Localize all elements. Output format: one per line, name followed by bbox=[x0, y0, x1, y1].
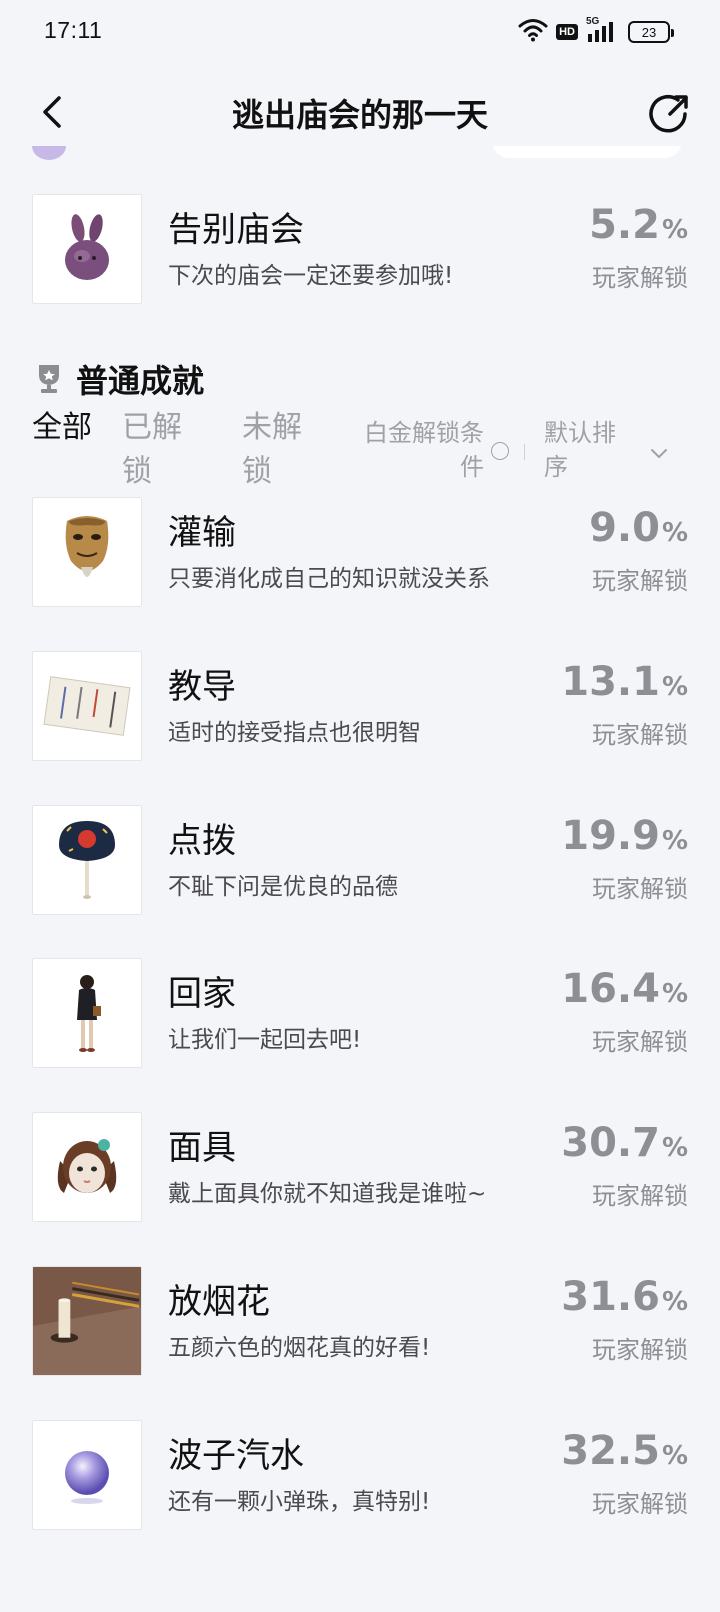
achievement-name: 放烟花 bbox=[168, 1282, 270, 1322]
featured-achievement-row[interactable]: 告别庙会 下次的庙会一定还要参加哦! 5.2% 玩家解锁 bbox=[32, 194, 688, 304]
percent-unit: % bbox=[661, 518, 688, 548]
achievement-row[interactable]: 点拨 不耻下问是优良的品德 19.9% 玩家解锁 bbox=[32, 805, 688, 915]
achievement-row[interactable]: 灌输 只要消化成自己的知识就没关系 9.0% 玩家解锁 bbox=[32, 497, 688, 607]
chevron-down-icon[interactable] bbox=[650, 448, 668, 460]
achievement-desc: 戴上面具你就不知道我是谁啦~ bbox=[168, 1181, 487, 1207]
status-time: 17:11 bbox=[44, 17, 103, 43]
achievement-name: 回家 bbox=[168, 974, 236, 1014]
unlock-label: 玩家解锁 bbox=[592, 1336, 688, 1364]
status-bar: 17:11 HD 5G 23 bbox=[0, 0, 720, 64]
battery-icon: 23 bbox=[628, 21, 674, 43]
achievement-name: 教导 bbox=[168, 667, 236, 707]
platinum-filter-radio[interactable] bbox=[491, 442, 509, 460]
achievement-desc: 还有一颗小弹珠，真特别! bbox=[168, 1489, 431, 1515]
achievement-desc: 适时的接受指点也很明智 bbox=[168, 720, 421, 746]
percent-unit: % bbox=[661, 826, 688, 856]
uchiwa-fan-icon[interactable] bbox=[32, 805, 142, 915]
percent-value: 32.5 bbox=[561, 1428, 660, 1474]
status-icons: HD 5G 23 bbox=[518, 16, 674, 46]
unlock-percent: 19.9% bbox=[561, 813, 688, 859]
achievement-name: 波子汽水 bbox=[168, 1436, 304, 1476]
achievement-desc: 只要消化成自己的知识就没关系 bbox=[168, 566, 490, 592]
unlock-label: 玩家解锁 bbox=[592, 1490, 688, 1518]
unlock-percent: 30.7% bbox=[561, 1120, 688, 1166]
section-title: 普通成就 bbox=[76, 362, 205, 400]
battery-level: 23 bbox=[641, 24, 657, 40]
unlock-percent: 9.0% bbox=[589, 505, 688, 551]
unlock-label: 玩家解锁 bbox=[592, 875, 688, 903]
achievement-name: 告别庙会 bbox=[168, 210, 304, 250]
share-button[interactable] bbox=[646, 90, 692, 136]
percent-value: 19.9 bbox=[561, 813, 660, 859]
tab-all[interactable]: 全部 bbox=[32, 406, 94, 450]
achievement-name: 点拨 bbox=[168, 821, 236, 861]
old-mask-icon[interactable] bbox=[32, 497, 142, 607]
percent-unit: % bbox=[661, 979, 688, 1009]
percent-value: 5.2 bbox=[589, 202, 660, 248]
scrolled-content-peek bbox=[0, 146, 720, 166]
share-arrow-icon bbox=[649, 95, 688, 133]
achievement-name: 面具 bbox=[168, 1128, 236, 1168]
achievement-row[interactable]: 波子汽水 还有一颗小弹珠，真特别! 32.5% 玩家解锁 bbox=[32, 1420, 688, 1530]
percent-value: 30.7 bbox=[561, 1120, 660, 1166]
section-header: 普通成就 bbox=[34, 356, 204, 402]
achievement-desc: 不耻下问是优良的品德 bbox=[168, 874, 398, 900]
percent-value: 9.0 bbox=[589, 505, 660, 551]
page-title: 逃出庙会的那一天 bbox=[231, 96, 488, 134]
percent-unit: % bbox=[661, 1441, 688, 1471]
signal-icon: 5G bbox=[586, 16, 620, 44]
unlock-label: 玩家解锁 bbox=[592, 1182, 688, 1210]
paper-note-icon[interactable] bbox=[32, 651, 142, 761]
filter-bar: 全部 已解锁 未解锁 白金解锁条件 默认排序 bbox=[0, 410, 720, 492]
achievement-row[interactable]: 面具 戴上面具你就不知道我是谁啦~ 30.7% 玩家解锁 bbox=[32, 1112, 688, 1222]
girl-mask-icon[interactable] bbox=[32, 1112, 142, 1222]
percent-unit: % bbox=[661, 1287, 688, 1317]
achievement-desc: 五颜六色的烟花真的好看! bbox=[168, 1335, 431, 1361]
percent-value: 31.6 bbox=[561, 1274, 660, 1320]
percent-unit: % bbox=[661, 1133, 688, 1163]
unlock-percent: 16.4% bbox=[561, 966, 688, 1012]
trophy-icon bbox=[39, 365, 59, 393]
pill-peek bbox=[492, 146, 682, 158]
unlock-label: 玩家解锁 bbox=[592, 567, 688, 595]
unlock-percent: 32.5% bbox=[561, 1428, 688, 1474]
tab-unlocked[interactable]: 已解锁 bbox=[122, 406, 184, 494]
achievement-desc: 下次的庙会一定还要参加哦! bbox=[168, 263, 454, 289]
marble-icon[interactable] bbox=[32, 1420, 142, 1530]
avatar-peek bbox=[32, 146, 66, 160]
percent-unit: % bbox=[661, 215, 688, 245]
wifi-icon bbox=[518, 18, 548, 46]
platinum-filter-label[interactable]: 白金解锁条件 bbox=[356, 416, 484, 484]
achievement-row[interactable]: 教导 适时的接受指点也很明智 13.1% 玩家解锁 bbox=[32, 651, 688, 761]
unlock-percent: 13.1% bbox=[561, 659, 688, 705]
purple-rabbit-icon[interactable] bbox=[32, 194, 142, 304]
unlock-percent: 31.6% bbox=[561, 1274, 688, 1320]
hd-badge: HD bbox=[556, 24, 578, 40]
filter-divider bbox=[524, 444, 525, 460]
achievement-name: 灌输 bbox=[168, 513, 236, 553]
percent-value: 16.4 bbox=[561, 966, 660, 1012]
achievement-row[interactable]: 放烟花 五颜六色的烟花真的好看! 31.6% 玩家解锁 bbox=[32, 1266, 688, 1376]
unlock-percent: 5.2% bbox=[589, 202, 688, 248]
achievement-row[interactable]: 回家 让我们一起回去吧! 16.4% 玩家解锁 bbox=[32, 958, 688, 1068]
sparkler-candle-icon[interactable] bbox=[32, 1266, 142, 1376]
unlock-label: 玩家解锁 bbox=[592, 264, 688, 292]
unlock-label: 玩家解锁 bbox=[592, 1028, 688, 1056]
sort-dropdown[interactable]: 默认排序 bbox=[544, 416, 624, 484]
nav-bar: 逃出庙会的那一天 bbox=[0, 80, 720, 146]
walking-girl-icon[interactable] bbox=[32, 958, 142, 1068]
unlock-label: 玩家解锁 bbox=[592, 721, 688, 749]
achievement-desc: 让我们一起回去吧! bbox=[168, 1027, 362, 1053]
percent-value: 13.1 bbox=[561, 659, 660, 705]
tab-locked[interactable]: 未解锁 bbox=[242, 406, 304, 494]
percent-unit: % bbox=[661, 672, 688, 702]
